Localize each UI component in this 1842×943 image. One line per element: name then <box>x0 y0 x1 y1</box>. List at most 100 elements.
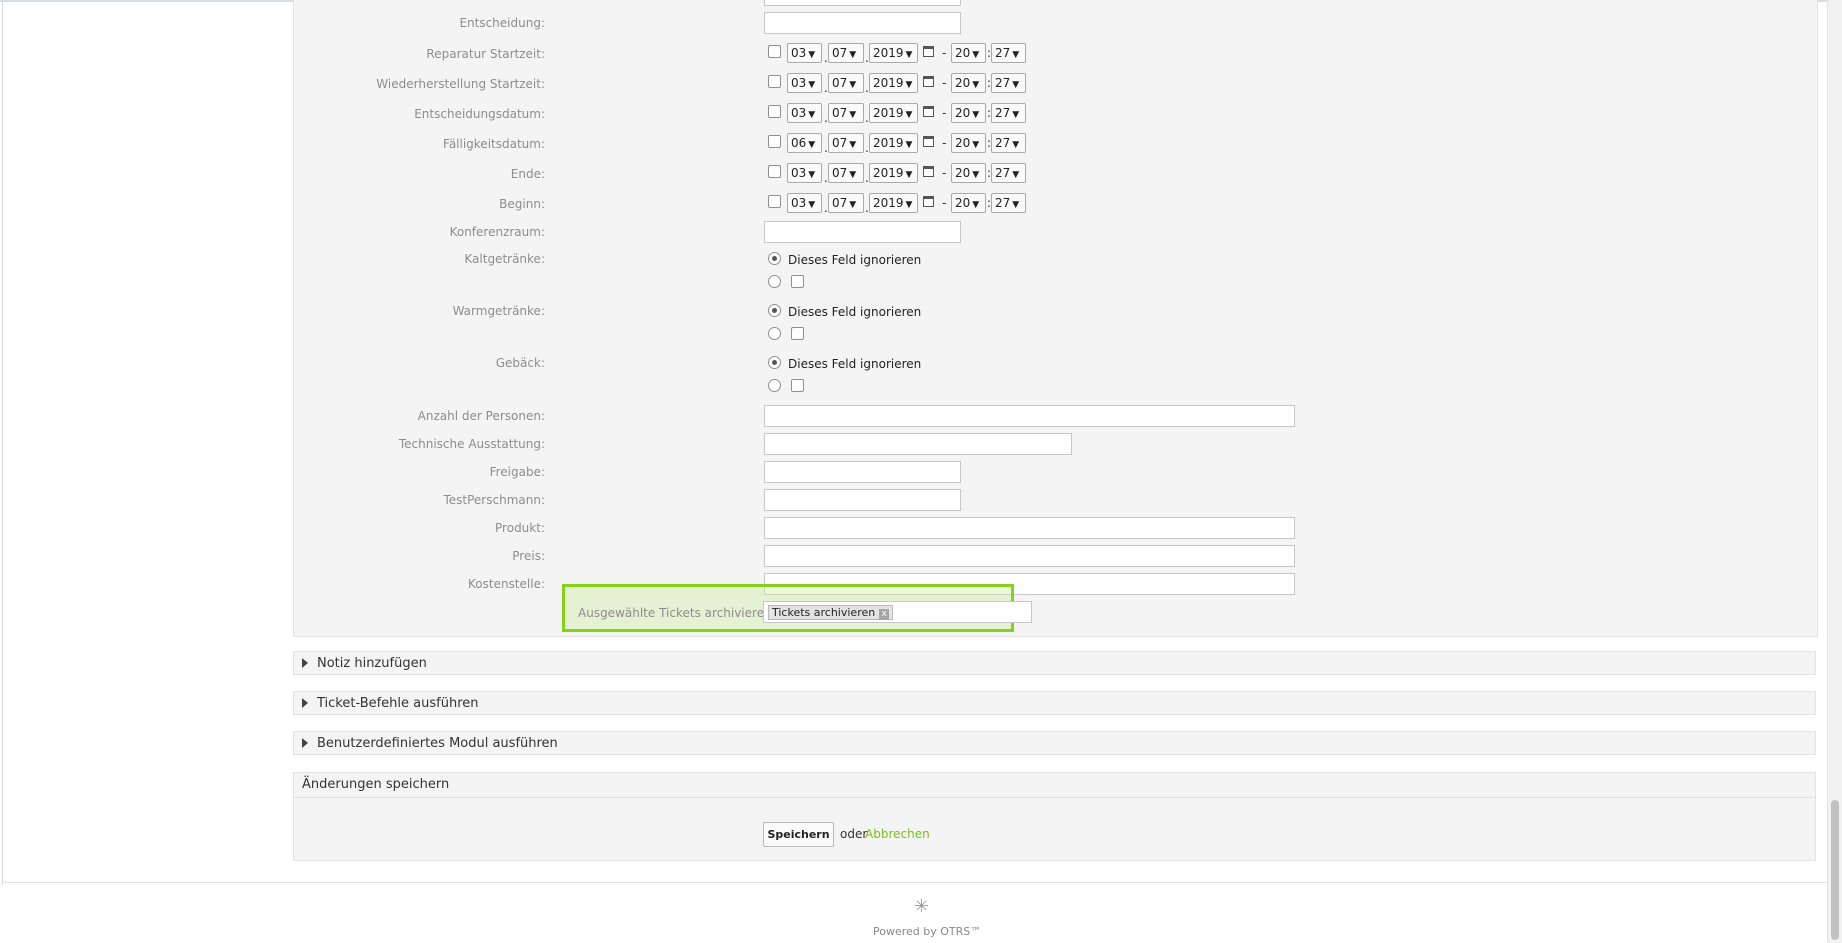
row-konferenzraum: Konferenzraum: <box>294 221 1394 245</box>
archive-tag-input[interactable]: Tickets archivieren x <box>763 601 1032 623</box>
value-checkbox[interactable] <box>791 379 804 392</box>
datetime-checkbox[interactable] <box>768 105 781 118</box>
produkt-input[interactable] <box>764 517 1295 539</box>
minute-select[interactable]: 27 ▼ <box>991 43 1026 63</box>
save-section: Änderungen speichern Speichern oder Abbr… <box>293 772 1816 861</box>
day-select[interactable]: 03 ▼ <box>787 43 822 63</box>
value-radio[interactable] <box>768 275 781 288</box>
row-datetime: Entscheidungsdatum: 03 ▼ . 07 ▼ . 2019 ▼ - … <box>294 103 1394 127</box>
row-technische-ausstattung: Technische Ausstattung: <box>294 433 1394 457</box>
testperschmann-label: TestPerschmann: <box>443 493 545 507</box>
page-scrollbar[interactable] <box>1827 0 1842 943</box>
datetime-label: Beginn: <box>499 197 545 211</box>
expand-triangle-icon <box>302 698 308 708</box>
datetime-checkbox[interactable] <box>768 45 781 58</box>
tag-remove-icon[interactable]: x <box>879 609 890 620</box>
calendar-icon[interactable] <box>923 46 934 57</box>
section-notiz[interactable]: Notiz hinzufügen <box>293 651 1816 675</box>
datetime-label: Ende: <box>510 167 545 181</box>
preis-label: Preis: <box>512 549 545 563</box>
row-datetime: Fälligkeitsdatum: 06 ▼ . 07 ▼ . 2019 ▼ - 20… <box>294 133 1394 157</box>
expand-triangle-icon <box>302 658 308 668</box>
cancel-link[interactable]: Abbrechen <box>865 827 930 841</box>
month-select[interactable]: 07 ▼ <box>828 133 864 153</box>
value-checkbox[interactable] <box>791 327 804 340</box>
calendar-icon[interactable] <box>923 106 934 117</box>
minute-select[interactable]: 27 ▼ <box>991 103 1026 123</box>
row-datetime: Wiederherstellung Startzeit: 03 ▼ . 07 ▼ .… <box>294 73 1394 97</box>
archive-label: Ausgewählte Tickets archivieren: <box>578 606 776 620</box>
day-select[interactable]: 03 ▼ <box>787 193 822 213</box>
month-select[interactable]: 07 ▼ <box>828 43 864 63</box>
minute-select[interactable]: 27 ▼ <box>991 163 1026 183</box>
archive-tag-text: Tickets archivieren <box>772 606 876 619</box>
time-dash: - <box>942 76 947 90</box>
hour-select[interactable]: 20 ▼ <box>951 43 986 63</box>
minute-select[interactable]: 27 ▼ <box>991 73 1026 93</box>
calendar-icon[interactable] <box>923 196 934 207</box>
year-select[interactable]: 2019 ▼ <box>869 73 918 93</box>
datetime-checkbox[interactable] <box>768 75 781 88</box>
konferenzraum-input[interactable] <box>764 221 961 243</box>
day-select[interactable]: 03 ▼ <box>787 163 822 183</box>
hour-select[interactable]: 20 ▼ <box>951 193 986 213</box>
section-notiz-title: Notiz hinzufügen <box>317 656 427 671</box>
warmgetraenke-label: Warmgetränke: <box>452 304 545 318</box>
year-select[interactable]: 2019 ▼ <box>869 43 918 63</box>
year-select[interactable]: 2019 ▼ <box>869 193 918 213</box>
year-select[interactable]: 2019 ▼ <box>869 133 918 153</box>
value-checkbox[interactable] <box>791 275 804 288</box>
ignore-radio[interactable] <box>768 304 781 317</box>
row-warmgetraenke: Warmgetränke: Dieses Feld ignorieren <box>294 303 1394 347</box>
gebaeck-label: Gebäck: <box>495 356 545 370</box>
ignore-radio[interactable] <box>768 356 781 369</box>
day-select[interactable]: 03 ▼ <box>787 73 822 93</box>
hour-select[interactable]: 20 ▼ <box>951 163 986 183</box>
cut-off-input[interactable] <box>764 0 961 6</box>
minute-select[interactable]: 27 ▼ <box>991 133 1026 153</box>
calendar-icon[interactable] <box>923 76 934 87</box>
ignore-radio[interactable] <box>768 252 781 265</box>
hour-select[interactable]: 20 ▼ <box>951 103 986 123</box>
datetime-checkbox[interactable] <box>768 195 781 208</box>
kaltgetraenke-label: Kaltgetränke: <box>464 252 545 266</box>
calendar-icon[interactable] <box>923 166 934 177</box>
row-preis: Preis: <box>294 545 1394 569</box>
month-select[interactable]: 07 ▼ <box>828 73 864 93</box>
technische-ausstattung-input[interactable] <box>764 433 1072 455</box>
entscheidung-input[interactable] <box>764 12 961 34</box>
datetime-checkbox[interactable] <box>768 135 781 148</box>
datetime-checkbox[interactable] <box>768 165 781 178</box>
save-button[interactable]: Speichern <box>763 822 834 847</box>
preis-input[interactable] <box>764 545 1295 567</box>
day-select[interactable]: 06 ▼ <box>787 133 822 153</box>
value-radio[interactable] <box>768 379 781 392</box>
datetime-label: Fälligkeitsdatum: <box>443 137 545 151</box>
otrs-logo-icon[interactable]: ✳ <box>914 896 929 917</box>
time-dash: - <box>942 136 947 150</box>
section-ticket-befehle[interactable]: Ticket-Befehle ausführen <box>293 691 1816 715</box>
section-custom-module[interactable]: Benutzerdefiniertes Modul ausführen <box>293 731 1816 755</box>
minute-select[interactable]: 27 ▼ <box>991 193 1026 213</box>
scrollbar-thumb[interactable] <box>1831 800 1839 940</box>
month-select[interactable]: 07 ▼ <box>828 103 864 123</box>
row-datetime: Beginn: 03 ▼ . 07 ▼ . 2019 ▼ - 20 ▼ : 27 ▼ <box>294 193 1394 217</box>
year-select[interactable]: 2019 ▼ <box>869 163 918 183</box>
left-border <box>2 0 3 885</box>
value-radio[interactable] <box>768 327 781 340</box>
datetime-label: Reparatur Startzeit: <box>426 47 545 61</box>
row-testperschmann: TestPerschmann: <box>294 489 1394 513</box>
hour-select[interactable]: 20 ▼ <box>951 73 986 93</box>
month-select[interactable]: 07 ▼ <box>828 193 864 213</box>
month-select[interactable]: 07 ▼ <box>828 163 864 183</box>
day-select[interactable]: 03 ▼ <box>787 103 822 123</box>
row-kaltgetraenke: Kaltgetränke: Dieses Feld ignorieren <box>294 251 1394 295</box>
year-select[interactable]: 2019 ▼ <box>869 103 918 123</box>
testperschmann-input[interactable] <box>764 489 961 511</box>
hour-select[interactable]: 20 ▼ <box>951 133 986 153</box>
anzahl-personen-input[interactable] <box>764 405 1295 427</box>
freigabe-input[interactable] <box>764 461 961 483</box>
row-freigabe: Freigabe: <box>294 461 1394 485</box>
footer-divider <box>3 882 1828 883</box>
calendar-icon[interactable] <box>923 136 934 147</box>
